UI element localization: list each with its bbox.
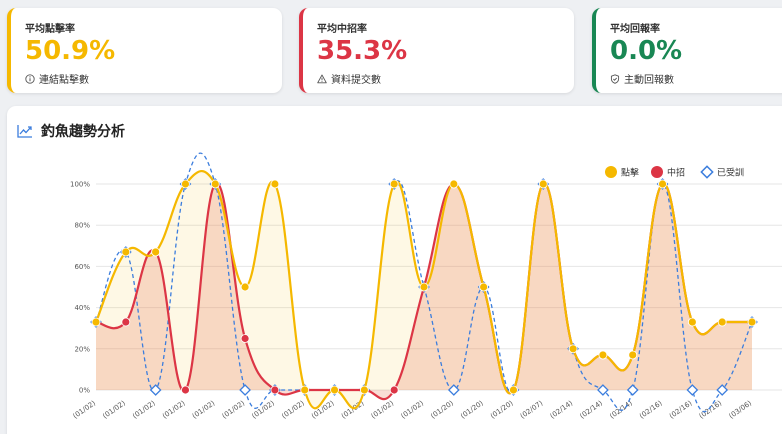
y-tick-label: 0% (79, 387, 90, 395)
data-point (91, 317, 101, 327)
legend-label: 已受訓 (717, 167, 744, 179)
compromise-rate-card: 平均中招率 35.3% 資料提交數 (299, 8, 574, 93)
data-point (747, 317, 757, 327)
warning-triangle-icon (317, 74, 327, 83)
data-point (240, 334, 250, 343)
data-point (240, 282, 250, 292)
card-sub: 主動回報數 (610, 71, 778, 86)
y-tick-label: 60% (74, 263, 90, 271)
click-rate-card: 平均點擊率 50.9% 連結點擊數 (7, 8, 282, 93)
data-point (300, 385, 310, 395)
click-rate-value: 50.9% (25, 36, 116, 66)
y-tick-label: 40% (74, 304, 90, 312)
card-sub-label: 主動回報數 (624, 75, 674, 86)
compromise-rate-value: 35.3% (317, 36, 408, 66)
card-label: 平均回報率 (610, 24, 660, 35)
info-circle-icon (25, 73, 35, 84)
x-tick-label: (01/02) (161, 399, 187, 420)
x-tick-label: (01/20) (459, 399, 485, 420)
legend-marker (700, 165, 714, 179)
data-point (181, 179, 190, 189)
trend-panel: 釣魚趨勢分析 0% 20% 40% 60% 80% 100% (01/02) (01/02)(… (7, 106, 782, 434)
data-point (330, 385, 339, 395)
data-point (121, 247, 131, 257)
data-point (717, 317, 727, 327)
x-tick-label: (02/14) (549, 399, 575, 420)
legend-marker (651, 166, 663, 178)
y-tick-label: 20% (74, 345, 90, 353)
data-point (479, 282, 489, 292)
data-point (419, 282, 429, 292)
card-sub-label: 資料提交數 (331, 75, 381, 86)
x-tick-label: (02/14) (578, 399, 604, 420)
x-tick-label: (01/02) (250, 399, 276, 420)
data-point (687, 317, 697, 327)
data-point (538, 179, 548, 189)
data-point (389, 385, 399, 395)
data-point (658, 179, 667, 189)
shield-check-icon (610, 73, 620, 84)
x-tick-label: (01/02) (400, 399, 426, 420)
data-point (270, 385, 280, 395)
x-tick-label: (02/16) (668, 399, 694, 420)
data-point (210, 179, 220, 189)
data-point (389, 179, 399, 189)
data-point (270, 179, 280, 189)
x-tick-label: (01/02) (191, 399, 217, 420)
x-tick-label: (01/20) (429, 399, 455, 420)
data-point (568, 344, 578, 354)
y-tick-label: 100% (70, 181, 90, 189)
y-tick-label: 80% (74, 222, 90, 230)
data-point (121, 317, 131, 327)
x-tick-label: (01/02) (280, 399, 306, 420)
x-tick-label: (01/02) (221, 399, 247, 420)
x-tick-label: (01/20) (489, 399, 515, 420)
report-rate-card: 平均回報率 0.0% 主動回報數 (592, 8, 782, 93)
data-point (181, 385, 190, 395)
report-rate-value: 0.0% (610, 36, 683, 66)
legend-label: 中招 (667, 167, 685, 179)
data-point (449, 179, 459, 189)
card-sub: 資料提交數 (317, 71, 560, 86)
card-label: 平均中招率 (317, 24, 367, 35)
x-tick-label: (01/02) (370, 399, 396, 420)
data-point (628, 350, 638, 360)
x-tick-label: (01/02) (131, 399, 157, 420)
x-tick-label: (02/16) (638, 399, 664, 420)
card-sub: 連結點擊數 (25, 71, 268, 86)
x-tick-label: (03/06) (728, 399, 754, 420)
card-sub-label: 連結點擊數 (39, 75, 89, 86)
legend-marker (605, 166, 617, 178)
data-point (598, 350, 608, 360)
card-label: 平均點擊率 (25, 24, 75, 35)
trend-chart: 0%20%40%60%80%100%(01/02) (01/02) (01/02)(… (70, 152, 782, 420)
legend-label: 點擊 (621, 167, 639, 179)
data-point (359, 385, 369, 395)
x-tick-label: (01/02) (101, 399, 127, 420)
x-tick-label: (02/16) (698, 399, 724, 420)
x-tick-label: (02/07) (519, 399, 545, 420)
data-point (509, 385, 518, 395)
x-tick-label: (01/02) (72, 399, 98, 420)
data-point (151, 247, 161, 257)
